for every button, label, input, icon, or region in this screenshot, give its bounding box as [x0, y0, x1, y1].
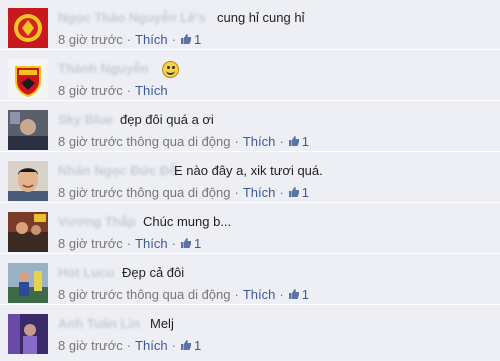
like-count[interactable]: 1	[194, 32, 201, 47]
timestamp[interactable]: 8 giờ trước	[58, 338, 123, 353]
like-link[interactable]: Thích	[243, 134, 276, 149]
comment-meta: 8 giờ trước · Thích · 1	[58, 32, 202, 47]
commenter-name[interactable]: Anh Tuấn Lin	[58, 316, 140, 331]
like-count[interactable]: 1	[302, 185, 309, 200]
manchester-united-crest-icon	[8, 59, 48, 99]
avatar[interactable]	[8, 59, 48, 99]
like-count[interactable]: 1	[302, 134, 309, 149]
comment-item: Sky Blue đẹp đôi quá a ơi 8 giờ trước th…	[0, 102, 500, 152]
timestamp[interactable]: 8 giờ trước	[58, 32, 123, 47]
timestamp[interactable]: 8 giờ trước	[58, 236, 123, 251]
avatar[interactable]	[8, 314, 48, 354]
avatar[interactable]	[8, 161, 48, 201]
comment-item: Anh Tuấn Lin Melj 8 giờ trước · Thích · 1	[0, 306, 500, 356]
commenter-name[interactable]: Thành Nguyễn	[58, 61, 148, 76]
commenter-name[interactable]: Hot Lucu	[58, 265, 114, 280]
comment-text	[158, 61, 179, 78]
via-mobile: thông qua di động	[126, 134, 231, 149]
comment-meta: 8 giờ trước thông qua di động · Thích · 1	[58, 287, 309, 302]
comment-text: Chúc mung b...	[143, 214, 232, 229]
comment-list: Ngọc Thảo Nguyễn Lê's cung hỉ cung hỉ 8 …	[0, 0, 500, 361]
person-photo-icon	[8, 263, 48, 303]
avatar[interactable]	[8, 212, 48, 252]
like-count[interactable]: 1	[194, 338, 201, 353]
comment-item: Thành Nguyễn 8 giờ trước · Thích	[0, 51, 500, 101]
comment-text: Đẹp cả đôi	[122, 265, 185, 280]
via-mobile: thông qua di động	[126, 287, 231, 302]
like-link[interactable]: Thích	[135, 236, 168, 251]
like-link[interactable]: Thích	[243, 287, 276, 302]
commenter-name[interactable]: Sky Blue	[58, 112, 113, 127]
comment-meta: 8 giờ trước · Thích · 1	[58, 338, 202, 353]
comment-item: Nhân Ngọc Đức Đỗ E nào đây a, xik tươi q…	[0, 153, 500, 203]
comment-text: cung hỉ cung hỉ	[217, 10, 305, 25]
person-photo-icon	[8, 212, 48, 252]
comment-meta: 8 giờ trước · Thích	[58, 83, 168, 98]
comment-item: Ngọc Thảo Nguyễn Lê's cung hỉ cung hỉ 8 …	[0, 0, 500, 50]
thumbs-up-icon[interactable]	[180, 237, 192, 249]
like-count[interactable]: 1	[194, 236, 201, 251]
person-photo-icon	[8, 110, 48, 150]
comment-meta: 8 giờ trước thông qua di động · Thích · 1	[58, 134, 309, 149]
avatar[interactable]	[8, 8, 48, 48]
commenter-name[interactable]: Ngọc Thảo Nguyễn Lê's	[58, 10, 206, 25]
timestamp[interactable]: 8 giờ trước	[58, 287, 123, 302]
like-link[interactable]: Thích	[135, 83, 168, 98]
person-photo-icon	[8, 161, 48, 201]
person-photo-icon	[8, 314, 48, 354]
comment-text: Melj	[150, 316, 174, 331]
like-count[interactable]: 1	[302, 287, 309, 302]
like-link[interactable]: Thích	[135, 32, 168, 47]
timestamp[interactable]: 8 giờ trước	[58, 185, 123, 200]
timestamp[interactable]: 8 giờ trước	[58, 134, 123, 149]
comment-item: Hot Lucu Đẹp cả đôi 8 giờ trước thông qu…	[0, 255, 500, 305]
like-link[interactable]: Thích	[135, 338, 168, 353]
timestamp[interactable]: 8 giờ trước	[58, 83, 123, 98]
comment-meta: 8 giờ trước thông qua di động · Thích · 1	[58, 185, 309, 200]
thumbs-up-icon[interactable]	[180, 339, 192, 351]
comment-item: Vương Thắp Chúc mung b... 8 giờ trước · Th…	[0, 204, 500, 254]
via-mobile: thông qua di động	[126, 185, 231, 200]
thumbs-up-icon[interactable]	[180, 33, 192, 45]
comment-text: E nào đây a, xik tươi quá.	[174, 163, 323, 178]
comment-text: đẹp đôi quá a ơi	[120, 112, 214, 127]
smiley-emoticon-icon	[162, 61, 179, 78]
avatar[interactable]	[8, 263, 48, 303]
commenter-name[interactable]: Vương Thắp	[58, 214, 136, 229]
comment-meta: 8 giờ trước · Thích · 1	[58, 236, 202, 251]
avatar[interactable]	[8, 110, 48, 150]
thumbs-up-icon[interactable]	[288, 135, 300, 147]
like-link[interactable]: Thích	[243, 185, 276, 200]
club-crest-icon	[8, 8, 48, 48]
thumbs-up-icon[interactable]	[288, 288, 300, 300]
commenter-name[interactable]: Nhân Ngọc Đức Đỗ	[58, 163, 177, 178]
thumbs-up-icon[interactable]	[288, 186, 300, 198]
